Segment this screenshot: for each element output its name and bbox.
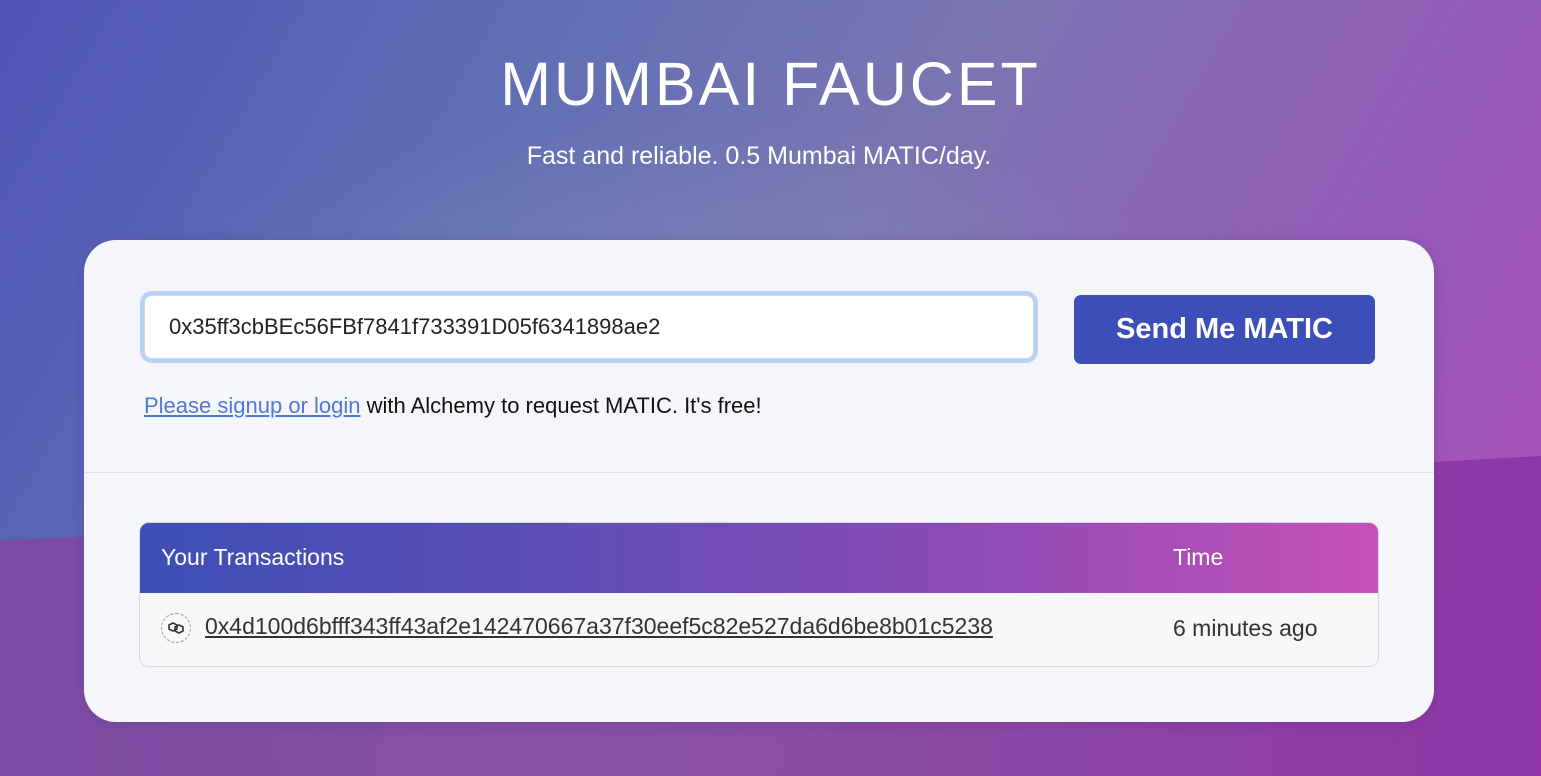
transactions-table: Your Transactions Time 0x4d100d6bfff343f… [139, 522, 1379, 667]
signup-login-link[interactable]: Please signup or login [144, 393, 360, 418]
signup-notice-text: with Alchemy to request MATIC. It's free… [360, 393, 762, 418]
transaction-time: 6 minutes ago [1173, 615, 1318, 641]
page-subtitle: Fast and reliable. 0.5 Mumbai MATIC/day. [526, 142, 992, 170]
signup-notice: Please signup or login with Alchemy to r… [144, 392, 762, 420]
table-row: 0x4d100d6bfff343ff43af2e142470667a37f30e… [140, 593, 1378, 666]
transaction-hash-link[interactable]: 0x4d100d6bfff343ff43af2e142470667a37f30e… [205, 613, 993, 640]
send-matic-button[interactable]: Send Me MATIC [1074, 295, 1375, 364]
page-title: MUMBAI FAUCET [500, 50, 1041, 118]
section-divider [84, 472, 1434, 473]
wallet-address-input[interactable] [144, 295, 1034, 359]
column-header-transactions: Your Transactions [161, 544, 345, 570]
transactions-table-header: Your Transactions Time [140, 523, 1378, 593]
faucet-card: Send Me MATIC Please signup or login wit… [84, 240, 1434, 722]
column-header-time: Time [1173, 544, 1224, 570]
polygon-icon [161, 613, 191, 643]
